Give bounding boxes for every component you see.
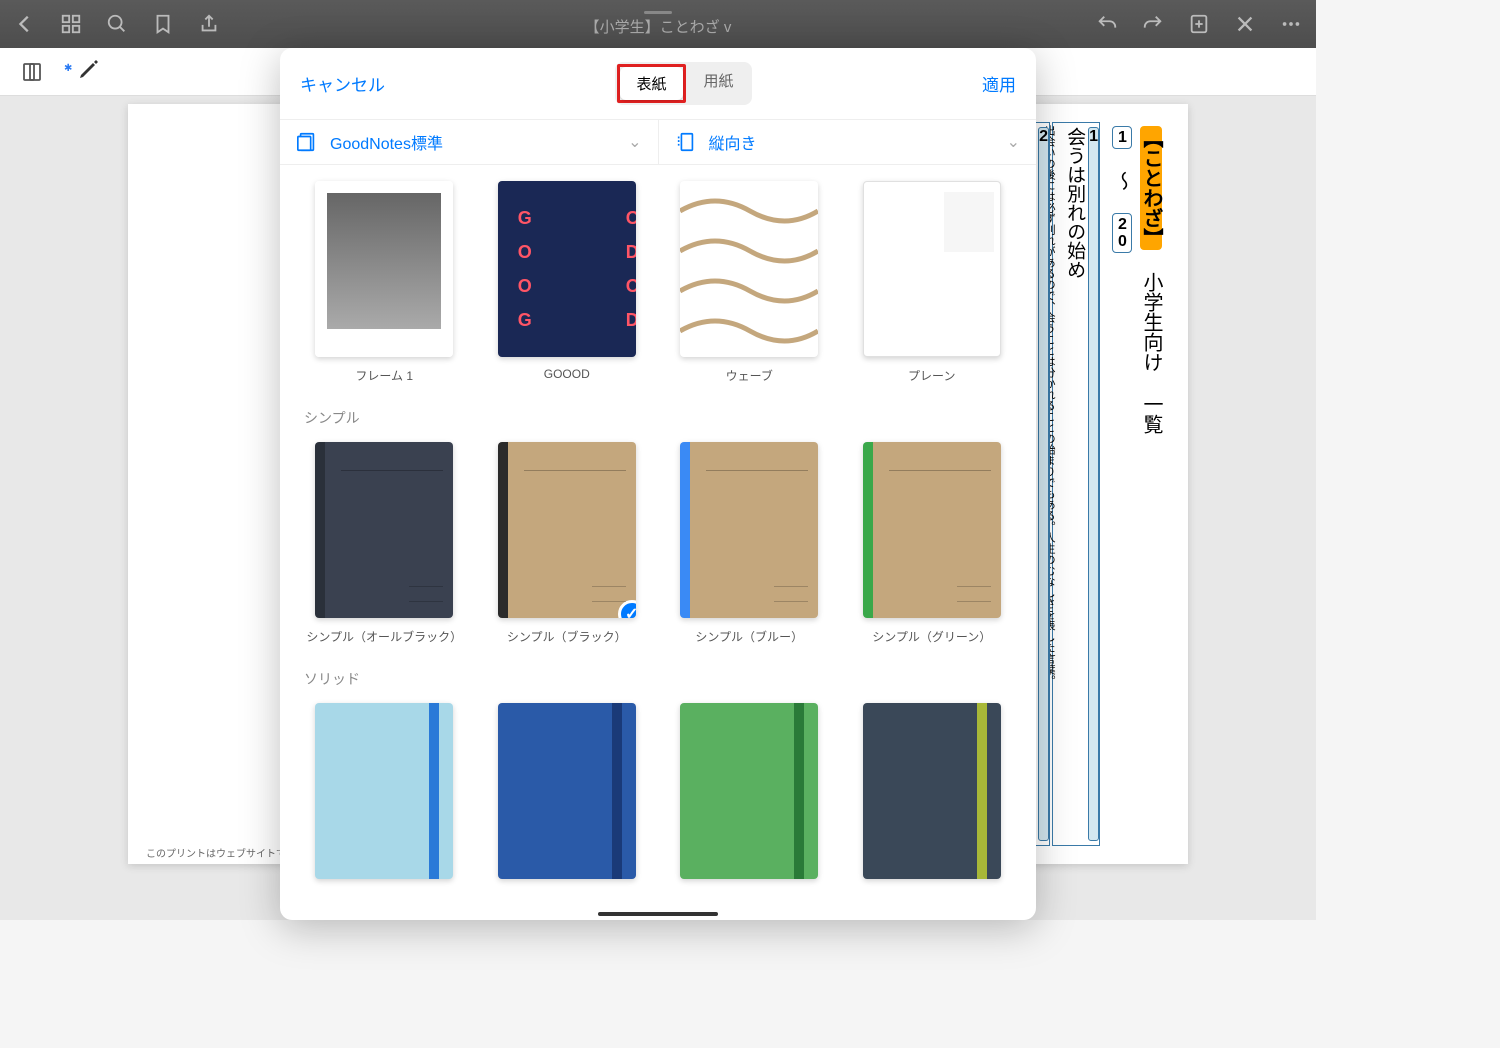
tab-paper[interactable]: 用紙 <box>688 64 750 103</box>
undo-icon[interactable] <box>1094 11 1120 37</box>
template-preview <box>315 442 453 618</box>
back-icon[interactable] <box>12 11 38 37</box>
template-item[interactable]: フレーム 1 <box>300 181 469 384</box>
template-preview: ✓ <box>498 442 636 618</box>
orientation-icon <box>675 131 697 153</box>
template-item[interactable]: シンプル（グリーン） <box>848 442 1017 645</box>
modal-body[interactable]: フレーム 1 GOOOD ウェーブ プレーン シンプル シンプル（オールブラック… <box>280 165 1036 920</box>
template-item[interactable]: シンプル（ブルー） <box>665 442 834 645</box>
bookmark-icon[interactable] <box>150 11 176 37</box>
template-item[interactable] <box>848 703 1017 879</box>
template-item[interactable]: ✓ シンプル（ブラック） <box>483 442 652 645</box>
template-preview <box>680 703 818 879</box>
filter-orientation-label: 縦向き <box>709 130 757 154</box>
topbar-right <box>1094 11 1304 37</box>
templates-featured: フレーム 1 GOOOD ウェーブ プレーン <box>300 181 1016 384</box>
template-preview <box>315 703 453 879</box>
cover-picker-modal: キャンセル 表紙 用紙 適用 GoodNotes標準 ⌄ 縦向き ⌄ <box>280 48 1036 920</box>
template-item[interactable] <box>665 703 834 879</box>
template-label: シンプル（オールブラック） <box>306 628 462 645</box>
close-icon[interactable] <box>1232 11 1258 37</box>
modal-backdrop: キャンセル 表紙 用紙 適用 GoodNotes標準 ⌄ 縦向き ⌄ <box>0 36 1316 920</box>
template-label: シンプル（グリーン） <box>872 628 991 645</box>
template-item[interactable]: プレーン <box>848 181 1017 384</box>
topbar-title: 【小学生】ことわざ v <box>585 11 732 37</box>
tab-cover[interactable]: 表紙 <box>620 67 682 100</box>
template-set-icon <box>296 131 318 153</box>
redo-icon[interactable] <box>1140 11 1166 37</box>
template-preview <box>863 442 1001 618</box>
grid-icon[interactable] <box>58 11 84 37</box>
template-label: シンプル（ブラック） <box>507 628 627 645</box>
template-item[interactable]: GOOOD <box>483 181 652 384</box>
section-solid-title: ソリッド <box>304 669 1016 689</box>
modal-header: キャンセル 表紙 用紙 適用 <box>280 48 1036 119</box>
templates-solid <box>300 703 1016 879</box>
template-label: プレーン <box>908 367 955 384</box>
topbar-left <box>12 11 222 37</box>
add-page-icon[interactable] <box>1186 11 1212 37</box>
template-label: ウェーブ <box>726 367 773 384</box>
modal-filters: GoodNotes標準 ⌄ 縦向き ⌄ <box>280 119 1036 165</box>
search-icon[interactable] <box>104 11 130 37</box>
cancel-button[interactable]: キャンセル <box>300 71 385 96</box>
share-icon[interactable] <box>196 11 222 37</box>
template-preview <box>498 181 636 357</box>
template-item[interactable]: シンプル（オールブラック） <box>300 442 469 645</box>
tab-cover-highlight: 表紙 <box>617 64 685 103</box>
filter-template-label: GoodNotes標準 <box>330 130 443 154</box>
template-item[interactable] <box>483 703 652 879</box>
template-label: GOOOD <box>544 367 590 381</box>
template-preview <box>315 181 453 357</box>
template-label: シンプル（ブルー） <box>695 628 803 645</box>
filter-template-set[interactable]: GoodNotes標準 ⌄ <box>280 120 658 164</box>
template-item[interactable] <box>300 703 469 879</box>
chevron-down-icon: ⌄ <box>1007 132 1020 152</box>
chevron-down-icon: ⌄ <box>628 132 641 152</box>
modal-tabs: 表紙 用紙 <box>615 62 751 105</box>
home-indicator <box>598 912 718 916</box>
drag-handle-icon <box>644 11 672 14</box>
template-label: フレーム 1 <box>355 367 413 384</box>
template-preview <box>680 181 818 357</box>
templates-simple: シンプル（オールブラック） ✓ シンプル（ブラック） シンプル（ブルー） シンプル… <box>300 442 1016 645</box>
document-title-text: 【小学生】ことわざ v <box>585 16 732 37</box>
more-icon[interactable] <box>1278 11 1304 37</box>
template-preview <box>680 442 818 618</box>
template-preview <box>498 703 636 879</box>
section-simple-title: シンプル <box>304 408 1016 428</box>
apply-button[interactable]: 適用 <box>982 71 1016 96</box>
template-preview <box>863 703 1001 879</box>
template-preview <box>863 181 1001 357</box>
filter-orientation[interactable]: 縦向き ⌄ <box>658 120 1037 164</box>
template-item[interactable]: ウェーブ <box>665 181 834 384</box>
selected-check-icon: ✓ <box>618 600 636 618</box>
